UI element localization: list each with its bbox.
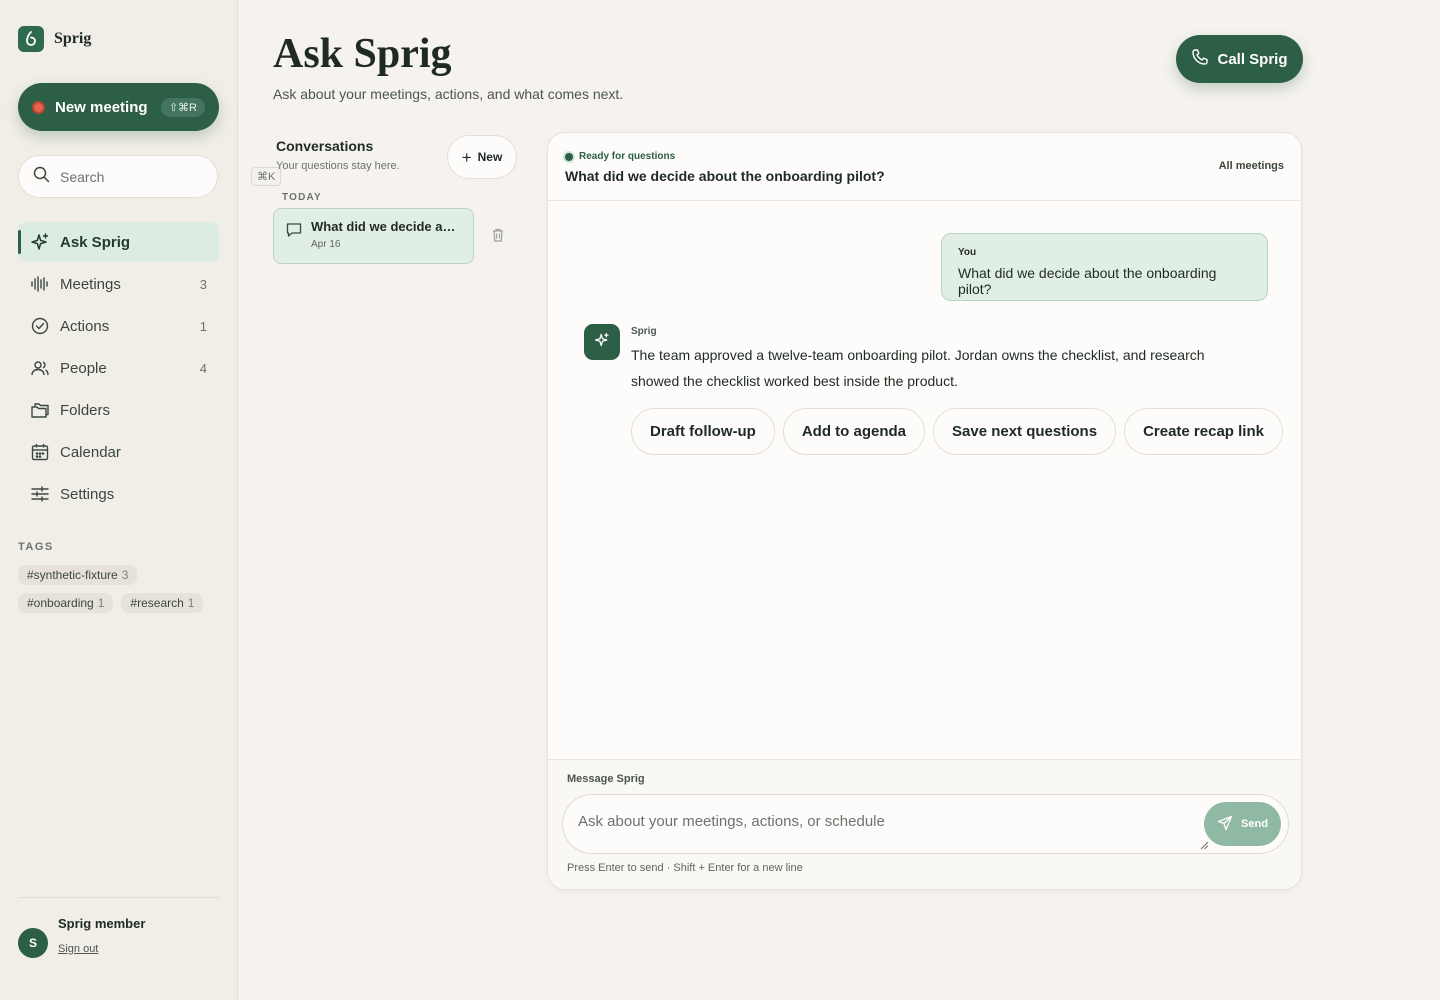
- send-label: Send: [1241, 818, 1268, 830]
- call-sprig-label: Call Sprig: [1217, 50, 1288, 68]
- tag-count: 1: [187, 596, 195, 610]
- sidebar-item-settings[interactable]: Settings: [18, 474, 219, 514]
- status-badge: Ready for questions: [565, 151, 675, 162]
- search-input[interactable]: [60, 168, 241, 185]
- sidebar-item-label: Folders: [60, 401, 111, 419]
- conversation-item-date: Apr 16: [311, 239, 341, 250]
- conversations-title: Conversations: [276, 138, 374, 154]
- brand-name: Sprig: [54, 30, 92, 47]
- send-button[interactable]: Send: [1204, 802, 1281, 846]
- create-recap-link-button[interactable]: Create recap link: [1124, 408, 1283, 455]
- tag-synthetic-fixture[interactable]: #synthetic-fixture 3: [18, 565, 138, 585]
- search-icon: [33, 166, 50, 188]
- sliders-icon: [30, 484, 50, 504]
- resize-handle-icon[interactable]: [1200, 837, 1209, 855]
- sidebar-item-meetings[interactable]: Meetings 3: [18, 264, 219, 304]
- user-message: You What did we decide about the onboard…: [941, 233, 1268, 301]
- record-icon: [32, 100, 45, 114]
- chat-panel: Ready for questions What did we decide a…: [547, 132, 1302, 890]
- chat-title: What did we decide about the onboarding …: [565, 168, 885, 184]
- message-author: You: [958, 247, 977, 258]
- composer: Message Sprig Send Press Enter to send ·…: [548, 759, 1301, 889]
- conversation-item[interactable]: What did we decide abo... Apr 16: [273, 208, 474, 264]
- trash-icon: [490, 228, 506, 247]
- sidebar-item-ask-sprig[interactable]: Ask Sprig: [18, 222, 219, 262]
- sidebar-item-calendar[interactable]: Calendar: [18, 432, 219, 472]
- sign-out-link[interactable]: Sign out: [58, 943, 98, 955]
- sidebar-item-people[interactable]: People 4: [18, 348, 219, 388]
- tag-name: #research: [130, 596, 184, 610]
- folders-icon: [30, 400, 50, 420]
- page-subtitle: Ask about your meetings, actions, and wh…: [273, 86, 624, 102]
- sidebar-item-label: Ask Sprig: [60, 233, 131, 251]
- tag-count: 1: [97, 596, 105, 610]
- sidebar-divider: [18, 897, 219, 898]
- chat-header: Ready for questions What did we decide a…: [548, 133, 1301, 201]
- sidebar-nav: Ask Sprig Meetings 3 Actions 1 People 4: [18, 222, 219, 516]
- new-meeting-label: New meeting: [55, 98, 148, 116]
- phone-icon: [1191, 48, 1209, 70]
- all-meetings-link[interactable]: All meetings: [1219, 160, 1284, 172]
- conversation-item-title: What did we decide abo...: [311, 219, 463, 234]
- send-icon: [1217, 815, 1233, 834]
- composer-box: Send: [562, 794, 1289, 854]
- sidebar-item-label: Calendar: [60, 443, 121, 461]
- waveform-icon: [30, 274, 50, 294]
- tags-heading: TAGS: [18, 541, 54, 553]
- status-dot: [565, 152, 573, 161]
- new-meeting-shortcut: ⇧⌘R: [160, 97, 205, 117]
- new-meeting-button[interactable]: New meeting ⇧⌘R: [18, 83, 219, 131]
- status-text: Ready for questions: [579, 151, 676, 162]
- tag-count: 3: [121, 568, 129, 582]
- tag-name: #synthetic-fixture: [27, 568, 118, 582]
- delete-conversation-button[interactable]: [490, 227, 506, 248]
- avatar[interactable]: S: [18, 928, 48, 958]
- check-circle-icon: [30, 316, 50, 336]
- message-input[interactable]: [578, 813, 1198, 847]
- user-block: S Sprig member Sign out: [18, 914, 145, 958]
- tag-list: #synthetic-fixture 3 #onboarding 1 #resear…: [18, 565, 228, 613]
- suggested-actions: Draft follow-up Add to agenda Save next …: [631, 408, 1283, 455]
- message-text: What did we decide about the onboarding …: [958, 265, 1217, 297]
- brand[interactable]: Sprig: [18, 26, 91, 52]
- composer-hint: Press Enter to send · Shift + Enter for …: [567, 862, 803, 874]
- people-icon: [30, 358, 50, 378]
- conversation-group-label: TODAY: [282, 192, 322, 203]
- sidebar-item-count: 3: [199, 276, 207, 292]
- new-conversation-label: New: [477, 150, 503, 164]
- add-to-agenda-button[interactable]: Add to agenda: [782, 408, 925, 455]
- calendar-icon: [30, 442, 50, 462]
- new-conversation-button[interactable]: + New: [447, 135, 517, 179]
- sidebar-item-actions[interactable]: Actions 1: [18, 306, 219, 346]
- draft-follow-up-button[interactable]: Draft follow-up: [631, 408, 775, 455]
- sidebar-item-label: People: [60, 359, 107, 377]
- tag-onboarding[interactable]: #onboarding 1: [18, 593, 114, 613]
- call-sprig-button[interactable]: Call Sprig: [1176, 35, 1303, 83]
- message-author: Sprig: [631, 326, 657, 337]
- sidebar-item-label: Meetings: [60, 275, 121, 293]
- sprig-logo-icon: [18, 26, 44, 52]
- page-title: Ask Sprig: [273, 31, 452, 77]
- chat-bubble-icon: [285, 219, 303, 244]
- sidebar-item-label: Settings: [60, 485, 115, 503]
- search-box[interactable]: ⌘K: [18, 155, 282, 198]
- assistant-message-text: The team approved a twelve-team onboardi…: [631, 347, 1205, 389]
- sidebar-item-label: Actions: [60, 317, 110, 335]
- tag-name: #onboarding: [27, 596, 94, 610]
- sidebar: Sprig New meeting ⇧⌘R ⌘K Ask Sprig Meeti…: [0, 0, 282, 1000]
- composer-label: Message Sprig: [567, 773, 645, 785]
- plus-icon: +: [461, 147, 472, 167]
- conversations-subtitle: Your questions stay here.: [276, 160, 400, 172]
- sparkle-icon: [30, 232, 50, 252]
- sidebar-item-count: 4: [199, 360, 207, 376]
- sprig-avatar: [584, 324, 620, 360]
- sidebar-item-folders[interactable]: Folders: [18, 390, 219, 430]
- user-name: Sprig member: [58, 915, 146, 931]
- tag-research[interactable]: #research 1: [121, 593, 204, 613]
- sparkle-icon: [594, 332, 610, 353]
- sidebar-item-count: 1: [199, 318, 207, 334]
- save-next-questions-button[interactable]: Save next questions: [933, 408, 1117, 455]
